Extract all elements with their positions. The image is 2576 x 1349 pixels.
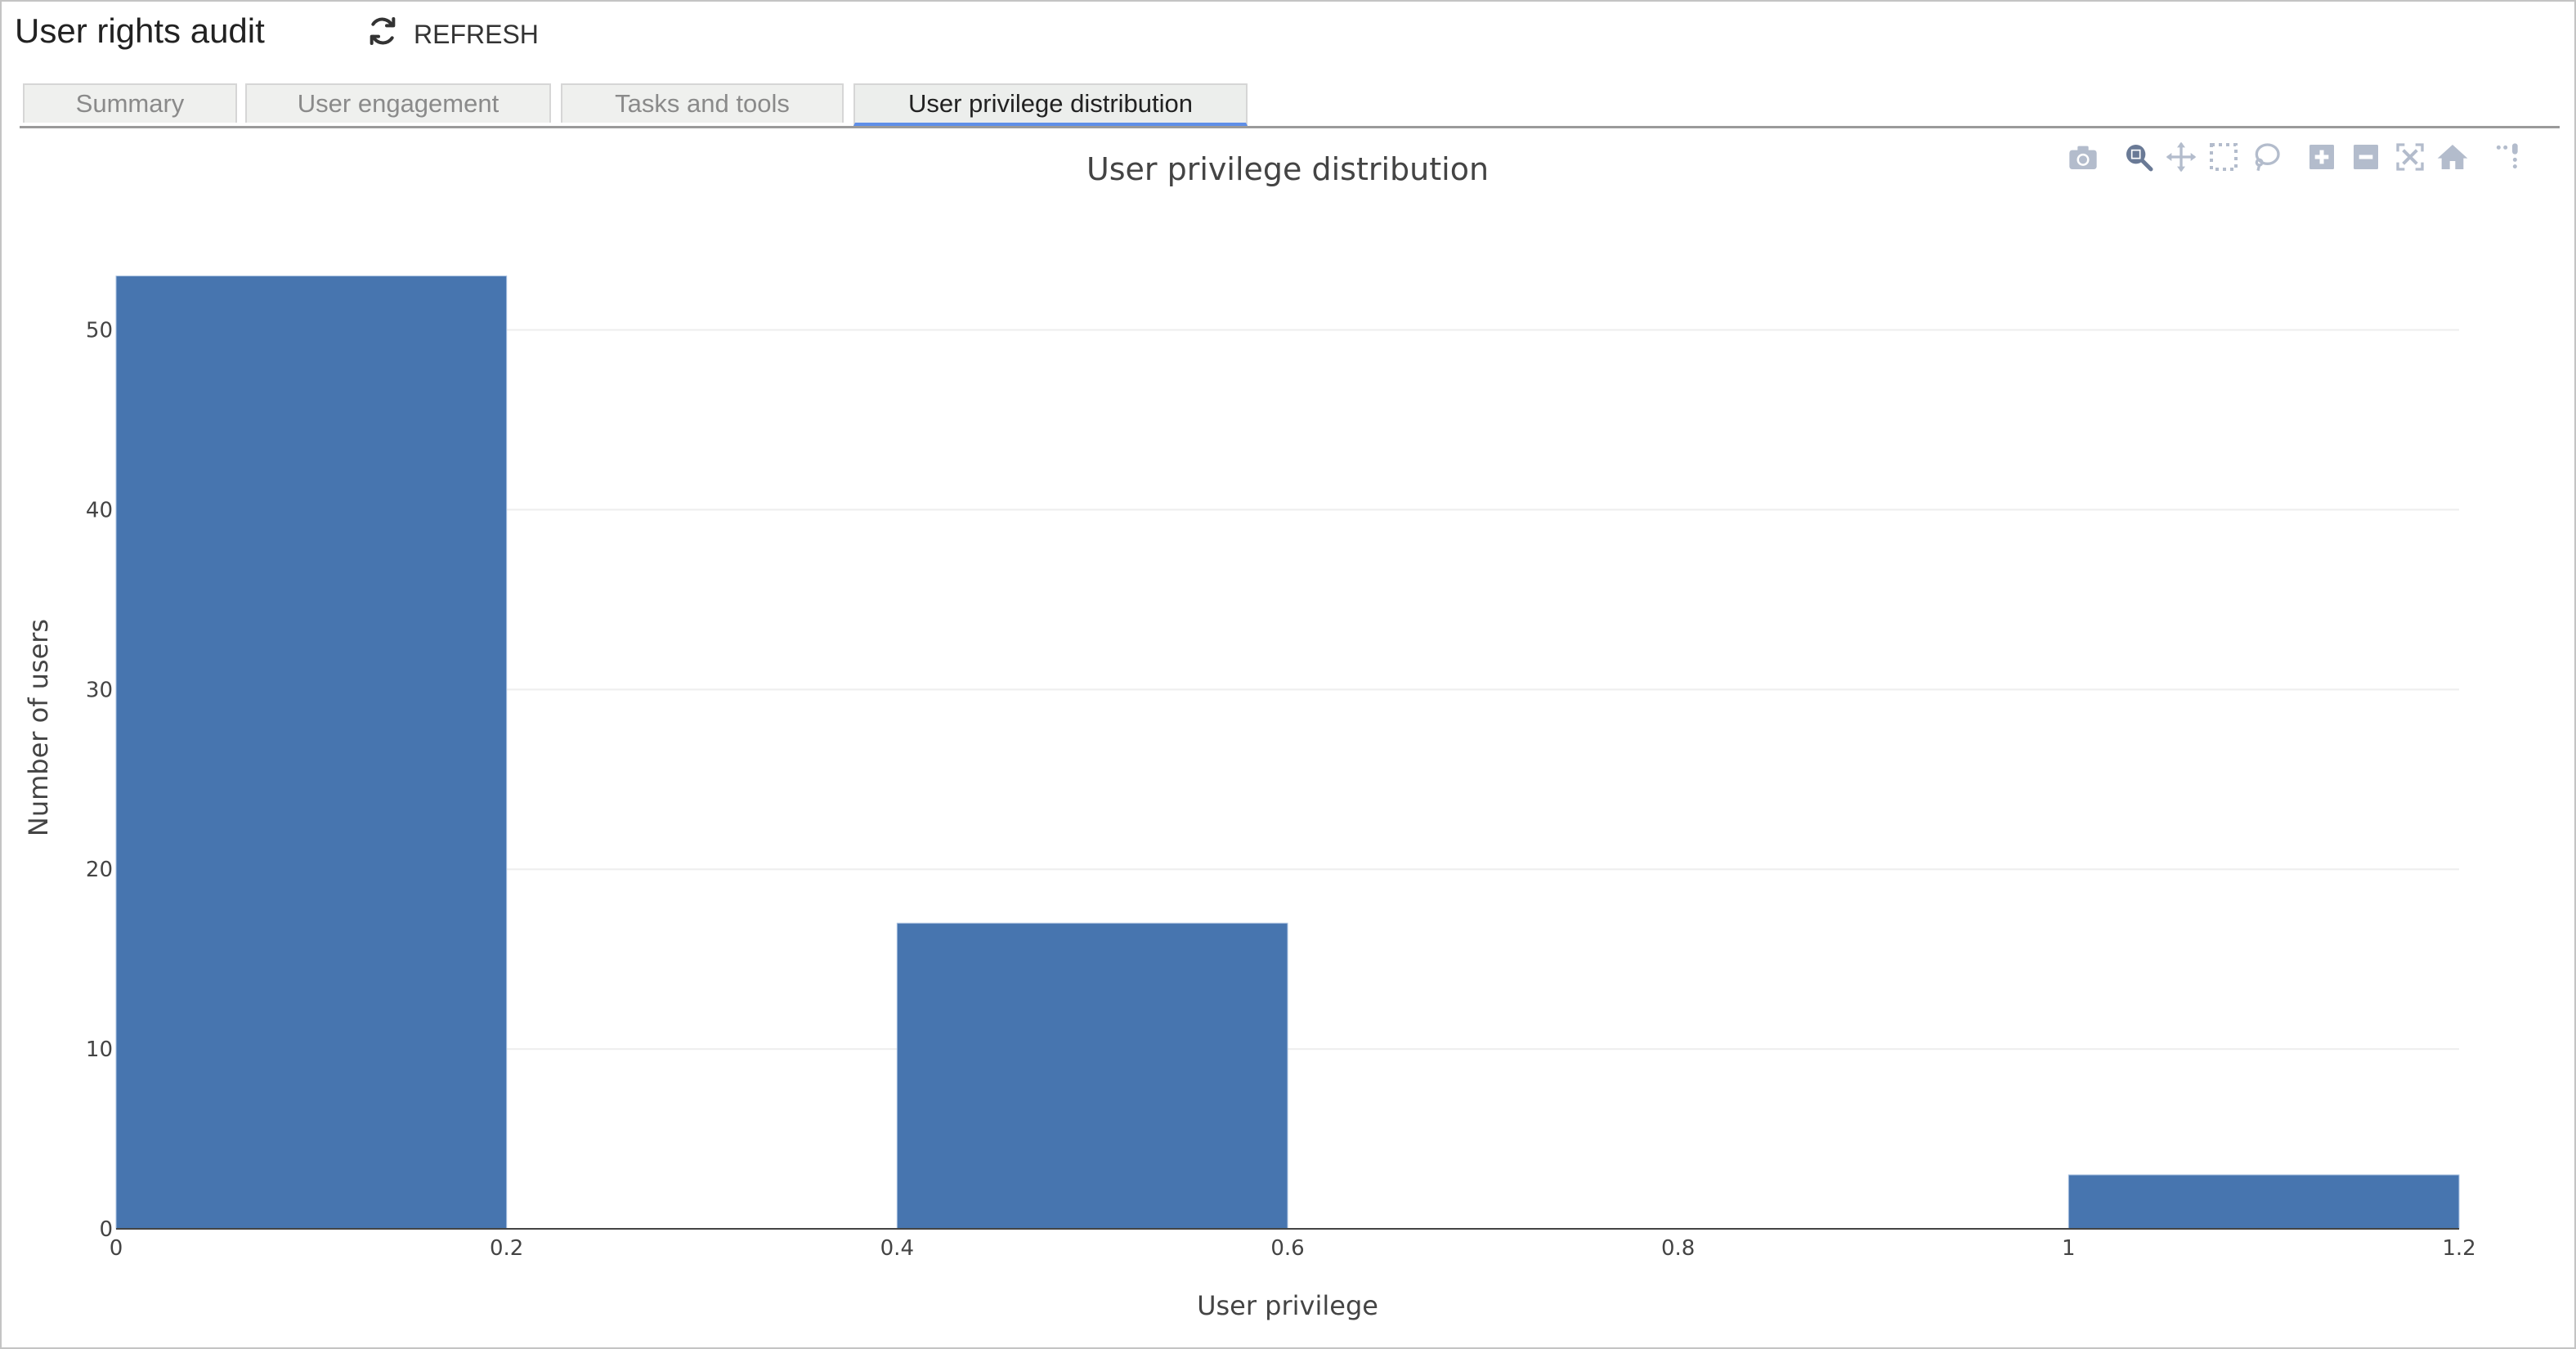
histogram-bars bbox=[115, 276, 2460, 1230]
x-tick-label: 1.2 bbox=[2442, 1236, 2475, 1261]
histogram-bar[interactable] bbox=[2068, 1174, 2460, 1230]
chart-title: User privilege distribution bbox=[1086, 151, 1489, 187]
x-tick-label: 1 bbox=[2062, 1236, 2076, 1261]
x-tick-label: 0.6 bbox=[1270, 1236, 1304, 1261]
y-tick-label: 30 bbox=[86, 678, 113, 702]
x-tick-label: 0.8 bbox=[1661, 1236, 1695, 1261]
histogram-bar[interactable] bbox=[896, 922, 1288, 1230]
x-axis-title: User privilege bbox=[1197, 1290, 1378, 1321]
y-axis-title: Number of users bbox=[23, 619, 54, 836]
x-tick-label: 0.4 bbox=[880, 1236, 914, 1261]
histogram-chart: User privilege distribution 01020304050 … bbox=[23, 151, 2476, 1321]
y-tick-label: 50 bbox=[86, 319, 113, 343]
histogram-bar[interactable] bbox=[115, 276, 508, 1230]
y-tick-label: 10 bbox=[86, 1038, 113, 1062]
x-tick-label: 0 bbox=[110, 1236, 123, 1261]
y-tick-label: 20 bbox=[86, 858, 113, 882]
y-tick-labels: 01020304050 bbox=[86, 319, 113, 1242]
x-tick-labels: 0 0.2 0.4 0.6 0.8 1 1.2 bbox=[110, 1236, 2476, 1261]
x-tick-label: 0.2 bbox=[490, 1236, 523, 1261]
y-tick-label: 40 bbox=[86, 498, 113, 522]
